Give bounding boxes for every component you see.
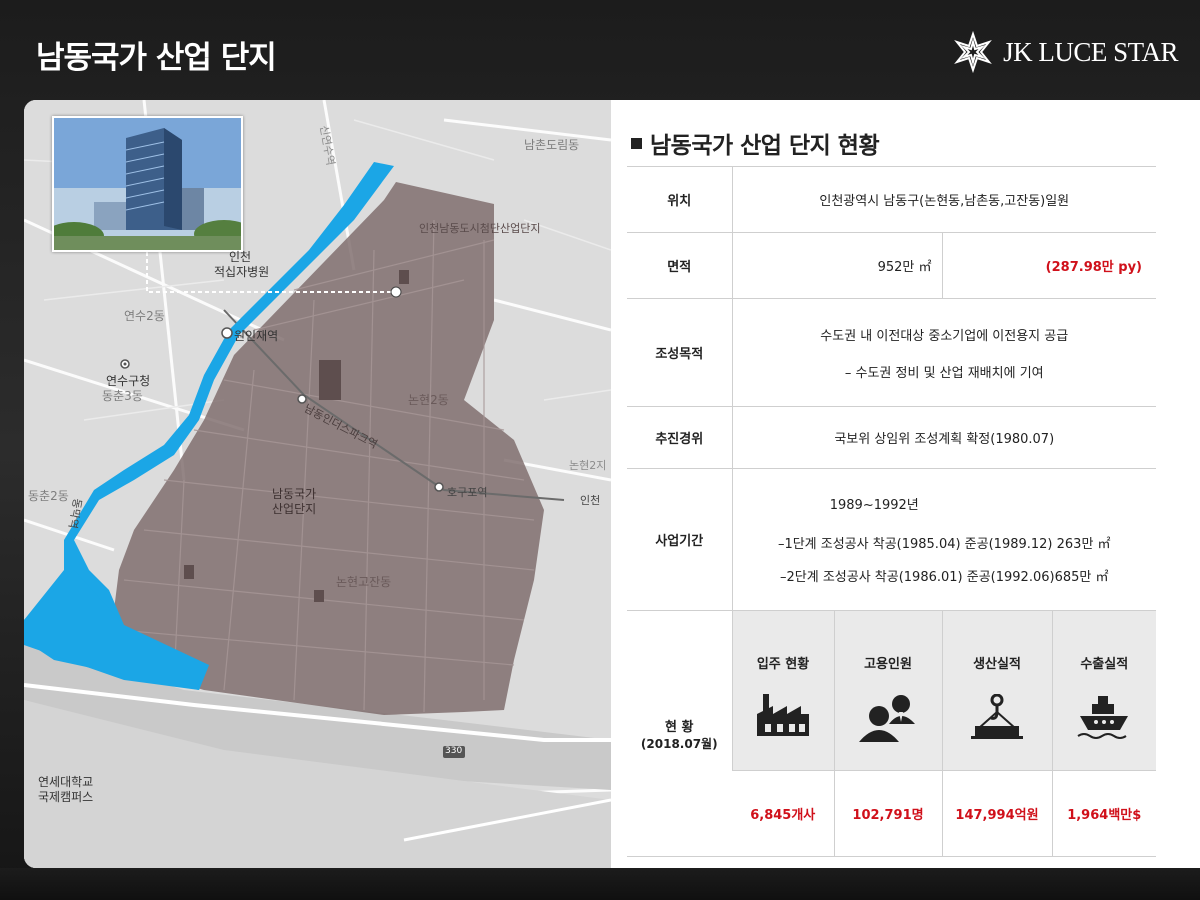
area-value-m2: 952만 ㎡ — [731, 232, 942, 299]
map-label-hogupo: 호구포역 — [447, 486, 488, 499]
map-label-complex-2: 산업단지 — [272, 502, 317, 516]
location-value: 인천광역시 남동구(논현동,남촌동,고잔동)일원 — [731, 166, 1156, 233]
area-label: 면적 — [627, 232, 732, 299]
info-table: 위치 인천광역시 남동구(논현동,남촌동,고잔동)일원 면적 952만 ㎡ (2… — [627, 166, 1156, 857]
people-icon — [859, 695, 915, 742]
logo: JK LUCE STAR — [951, 30, 1178, 74]
map-panel[interactable]: 남촌도림동 신연수역 인천남동도시첨단산업단지 인천 적십자병원 원인재역 연수… — [24, 100, 611, 868]
bottom-bar — [0, 868, 1200, 900]
info-panel: 남동국가 산업 단지 현황 위치 인천광역시 남동구(논현동,남촌동,고잔동)일… — [611, 100, 1200, 868]
building-photo — [52, 116, 243, 252]
period-line-2: –1단계 조성공사 착공(1985.04) 준공(1989.12) 263만 ㎡ — [777, 537, 1111, 552]
map-label-dongchun3: 동춘3동 — [102, 389, 143, 403]
period-line-1: 1989~1992년 — [829, 498, 919, 513]
table-row: 추진경위 국보위 상임위 조성계획 확정(1980.07) — [627, 406, 1156, 469]
content-card: 남촌도림동 신연수역 인천남동도시첨단산업단지 인천 적십자병원 원인재역 연수… — [24, 100, 1200, 868]
purpose-line-1: 수도권 내 이전대상 중소기업에 이전용지 공급 — [820, 328, 1069, 344]
period-label: 사업기간 — [627, 468, 732, 611]
map-label-dongchun2: 동춘2동 — [28, 489, 69, 503]
status-col-production: 생산실적 — [941, 610, 1052, 771]
location-label: 위치 — [627, 166, 732, 233]
map-label-hospital-2: 적십자병원 — [214, 265, 270, 279]
status-value-production: 147,994억원 — [941, 770, 1052, 857]
table-row: 조성목적 수도권 내 이전대상 중소기업에 이전용지 공급 – 수도권 정비 및… — [627, 298, 1156, 407]
status-header: 고용인원 — [864, 657, 912, 672]
status-col-employees: 고용인원 — [833, 610, 942, 771]
map-label-namchon-dorim: 남촌도림동 — [524, 138, 580, 152]
header: 남동국가 산업 단지 JK LUCE STAR — [0, 0, 1200, 100]
ship-icon — [1077, 696, 1129, 739]
purpose-label: 조성목적 — [627, 298, 732, 407]
status-header: 입주 현황 — [756, 657, 810, 672]
page-title: 남동국가 산업 단지 — [36, 40, 277, 76]
star-logo-icon — [954, 30, 993, 74]
table-row: 현 황 (2018.07월) 입주 현황 고용인원 생산실적 수출실적 — [627, 610, 1156, 857]
status-col-tenants: 입주 현황 — [731, 610, 834, 771]
table-row: 면적 952만 ㎡ (287.98만 py) — [627, 232, 1156, 299]
status-value-tenants: 6,845개사 — [732, 770, 834, 857]
map-label-nonhyeon-gojan: 논현고잔동 — [336, 575, 392, 589]
status-header: 생산실적 — [973, 657, 1021, 672]
map-label-woninjae: 원인재역 — [234, 329, 279, 343]
map-label-yeonsu2: 연수2동 — [124, 309, 165, 323]
factory-icon — [757, 694, 809, 736]
history-label: 추진경위 — [627, 406, 732, 469]
route-330-label: 330 — [445, 746, 463, 756]
map-label-incheon-right: 인천 — [580, 494, 601, 507]
map-label-yonsei-2: 국제캠퍼스 — [38, 790, 94, 804]
status-col-exports: 수출실적 — [1051, 610, 1156, 771]
table-row: 사업기간 1989~1992년 –1단계 조성공사 착공(1985.04) 준공… — [627, 468, 1156, 611]
history-value: 국보위 상임위 조성계획 확정(1980.07) — [731, 406, 1156, 469]
square-bullet-icon — [631, 137, 642, 149]
crane-hook-icon — [971, 693, 1023, 739]
status-value-exports: 1,964백만$ — [1051, 770, 1156, 857]
status-date: (2018.07월) — [640, 736, 718, 751]
map-label-park-name: 인천남동도시첨단산업단지 — [419, 222, 541, 235]
purpose-line-2: – 수도권 정비 및 산업 재배치에 기여 — [844, 365, 1044, 381]
table-row: 위치 인천광역시 남동구(논현동,남촌동,고잔동)일원 — [627, 166, 1156, 233]
period-cell: 1989~1992년 –1단계 조성공사 착공(1985.04) 준공(1989… — [731, 468, 1156, 611]
map-label-nonhyeon2-right: 논현2지 — [569, 459, 607, 472]
area-value-py: (287.98만 py) — [941, 232, 1156, 299]
status-header: 수출실적 — [1080, 657, 1129, 672]
map-label-nonhyeon2: 논현2동 — [408, 393, 449, 407]
period-line-3: –2단계 조성공사 착공(1986.01) 준공(1992.06)685만 ㎡ — [780, 570, 1109, 585]
status-label: 현 황 — [665, 719, 694, 735]
status-value-employees: 102,791명 — [833, 770, 942, 857]
status-label-cell: 현 황 (2018.07월) — [627, 610, 732, 857]
logo-text: JK LUCE STAR — [1003, 36, 1178, 67]
section-title-text: 남동국가 산업 단지 현황 — [650, 133, 880, 159]
purpose-cell: 수도권 내 이전대상 중소기업에 이전용지 공급 – 수도권 정비 및 산업 재… — [731, 298, 1156, 407]
section-title: 남동국가 산업 단지 현황 — [631, 126, 880, 160]
